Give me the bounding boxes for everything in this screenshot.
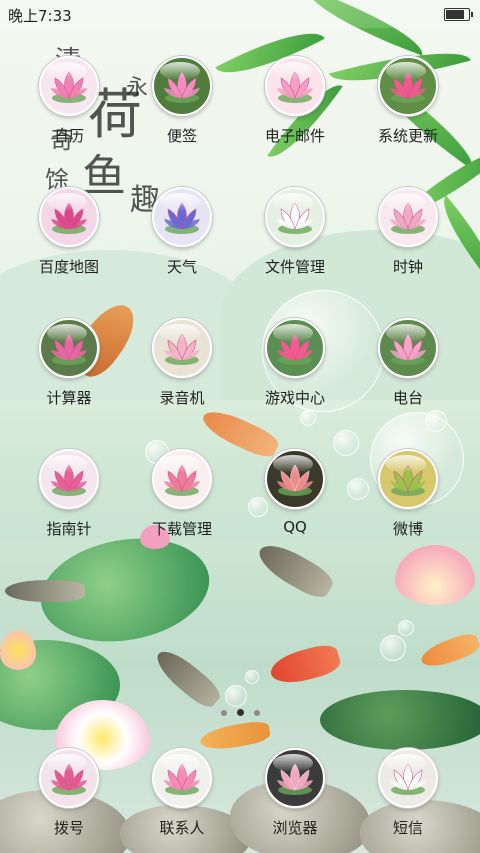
app-downloads[interactable]: 下载管理 (126, 449, 238, 554)
app-label: 下载管理 (151, 520, 212, 538)
app-icon[interactable] (378, 318, 438, 378)
icon-gloss (273, 754, 313, 772)
icon-gloss (386, 754, 426, 772)
app-weather[interactable]: 天气 (126, 187, 238, 292)
app-label: 文件管理 (264, 258, 325, 276)
app-label: 天气 (166, 258, 197, 276)
battery-fill (446, 10, 464, 19)
app-recorder[interactable]: 录音机 (126, 318, 238, 423)
app-label: 浏览器 (272, 819, 318, 837)
app-email[interactable]: 电子邮件 (239, 56, 351, 161)
app-icon[interactable] (39, 187, 99, 247)
app-sms[interactable]: 短信 (352, 748, 464, 853)
page-dot[interactable] (220, 710, 227, 716)
icon-gloss (160, 62, 200, 80)
app-calendar[interactable]: 日历 (13, 56, 125, 161)
koi-fish (418, 630, 480, 672)
app-icon[interactable] (265, 449, 325, 509)
icon-gloss (273, 193, 313, 211)
app-label: 百度地图 (38, 258, 99, 276)
app-icon[interactable] (378, 449, 438, 509)
app-update[interactable]: 系统更新 (352, 56, 464, 161)
icon-gloss (386, 324, 426, 342)
lily-pad (320, 690, 480, 750)
app-icon[interactable] (152, 748, 212, 808)
lotus-flower (0, 630, 36, 670)
app-icon[interactable] (152, 56, 212, 116)
carp-fish (5, 580, 85, 602)
icon-gloss (47, 455, 87, 473)
app-icon[interactable] (152, 318, 212, 378)
app-radio[interactable]: 电台 (352, 318, 464, 423)
app-icon[interactable] (265, 318, 325, 378)
koi-fish (267, 641, 343, 689)
icon-gloss (160, 324, 200, 342)
app-icon[interactable] (265, 748, 325, 808)
app-label: 系统更新 (377, 127, 438, 145)
page-dot[interactable] (253, 710, 260, 716)
app-qq[interactable]: QQ (239, 449, 351, 554)
icon-gloss (386, 193, 426, 211)
app-map[interactable]: 百度地图 (13, 187, 125, 292)
status-time: 晚上7:33 (8, 7, 72, 25)
app-label: QQ (283, 518, 307, 536)
app-label: 计算器 (46, 389, 92, 407)
app-icon[interactable] (39, 748, 99, 808)
app-icon[interactable] (265, 56, 325, 116)
icon-gloss (47, 754, 87, 772)
app-label: 微博 (392, 520, 423, 538)
icon-gloss (160, 754, 200, 772)
icon-gloss (47, 324, 87, 342)
app-label: 便签 (166, 127, 197, 145)
app-clock[interactable]: 时钟 (352, 187, 464, 292)
app-label: 游戏中心 (264, 389, 325, 407)
app-label: 拨号 (53, 819, 84, 837)
bubble (245, 670, 259, 684)
icon-gloss (160, 193, 200, 211)
app-label: 时钟 (392, 258, 423, 276)
app-label: 日历 (53, 127, 84, 145)
page-indicator (0, 701, 480, 720)
app-icon[interactable] (152, 187, 212, 247)
app-icon[interactable] (39, 56, 99, 116)
app-label: 短信 (392, 819, 423, 837)
icon-gloss (386, 62, 426, 80)
app-icon[interactable] (152, 449, 212, 509)
app-label: 录音机 (159, 389, 205, 407)
bubble (398, 620, 414, 636)
app-label: 电台 (392, 389, 423, 407)
status-bar: 晚上7:33 (0, 0, 480, 28)
battery-icon (444, 8, 473, 21)
icon-gloss (273, 455, 313, 473)
app-label: 联系人 (159, 819, 205, 837)
app-notes[interactable]: 便签 (126, 56, 238, 161)
app-games[interactable]: 游戏中心 (239, 318, 351, 423)
app-icon[interactable] (39, 449, 99, 509)
icon-gloss (273, 324, 313, 342)
app-files[interactable]: 文件管理 (239, 187, 351, 292)
home-screen: 清 荷 鱼 趣 永 奇 馀 晚上7:33 日历便签电子邮件系统更新百度地图天气文… (0, 0, 480, 853)
icon-gloss (47, 193, 87, 211)
app-icon[interactable] (378, 56, 438, 116)
icon-gloss (160, 455, 200, 473)
app-browser[interactable]: 浏览器 (239, 748, 351, 853)
app-compass[interactable]: 指南针 (13, 449, 125, 554)
app-icon[interactable] (378, 748, 438, 808)
app-icon[interactable] (39, 318, 99, 378)
lotus-flower (395, 545, 475, 605)
page-dot[interactable] (236, 709, 244, 716)
app-weibo[interactable]: 微博 (352, 449, 464, 554)
app-icon[interactable] (378, 187, 438, 247)
app-contacts[interactable]: 联系人 (126, 748, 238, 853)
app-calc[interactable]: 计算器 (13, 318, 125, 423)
icon-gloss (386, 455, 426, 473)
app-label: 电子邮件 (264, 127, 325, 145)
app-label: 指南针 (46, 520, 92, 538)
icon-gloss (273, 62, 313, 80)
icon-gloss (47, 62, 87, 80)
bubble (380, 635, 406, 661)
app-dialer[interactable]: 拨号 (13, 748, 125, 853)
app-icon[interactable] (265, 187, 325, 247)
